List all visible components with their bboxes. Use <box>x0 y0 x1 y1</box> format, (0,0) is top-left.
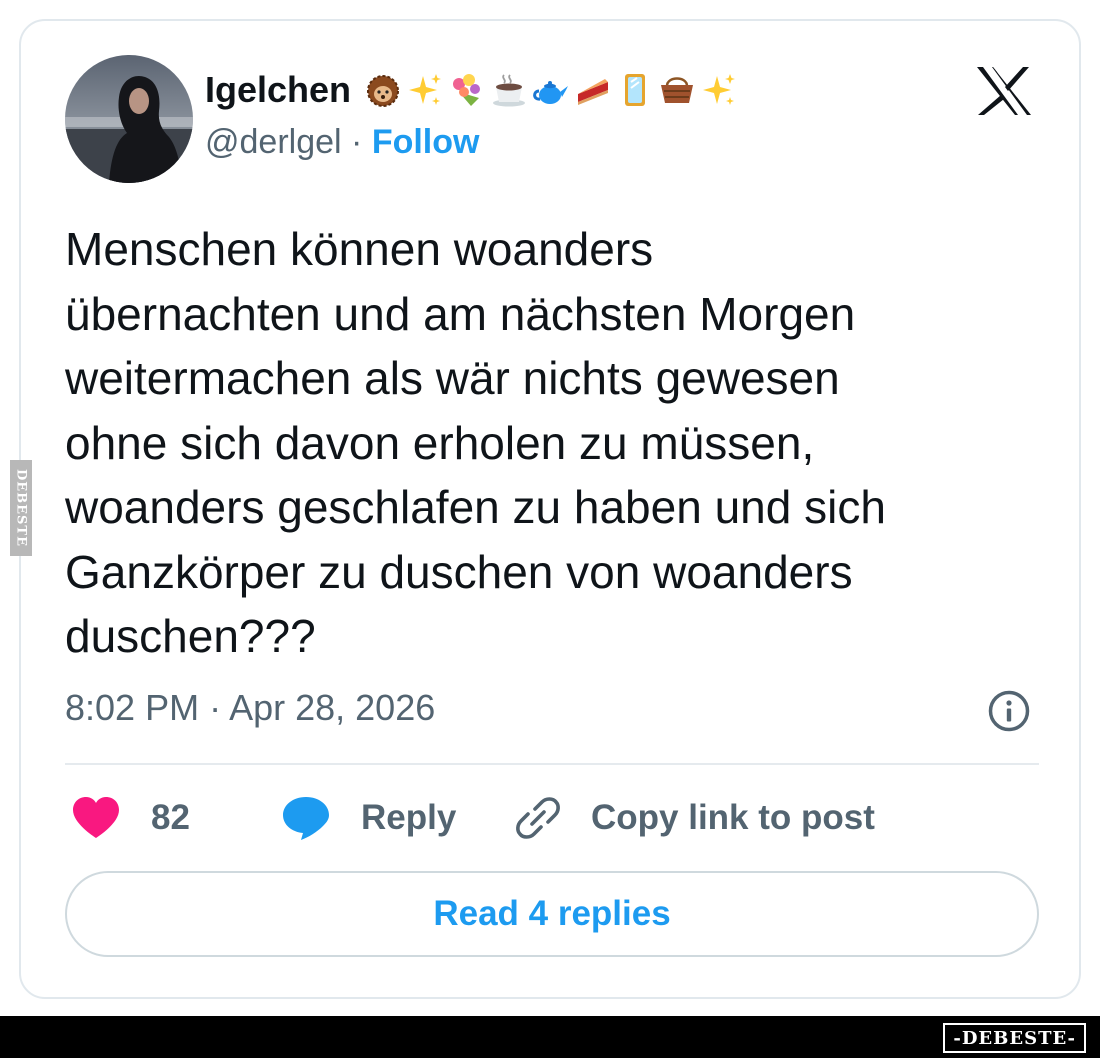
read-replies-button[interactable]: Read 4 replies <box>65 871 1039 957</box>
hot-beverage-emoji <box>493 74 526 107</box>
tweet-text-line: duschen??? <box>65 610 316 662</box>
side-watermark-text: DEBESTE <box>13 468 29 548</box>
action-bar: 82 Reply Copy link to post <box>65 791 1045 845</box>
tweet-text-line: woanders geschlafen zu haben und sich <box>65 481 886 533</box>
link-icon <box>516 797 560 839</box>
reply-label: Reply <box>361 798 457 837</box>
author-display-name[interactable]: Igelchen <box>205 69 351 111</box>
tweet-text-line: übernachten und am nächsten Morgen <box>65 287 856 340</box>
post-timestamp[interactable]: 8:02 PM · Apr 28, 2026 <box>65 687 435 729</box>
mirror-emoji <box>625 74 646 106</box>
reply-button[interactable]: Reply <box>281 791 456 845</box>
author-handle-row: @derlgel · Follow <box>205 123 479 162</box>
pie-emoji <box>578 79 609 105</box>
tweet-text-line: Ganzkörper zu duschen von woanders <box>65 545 853 598</box>
author-name-row[interactable]: Igelchen <box>205 67 737 113</box>
handle-separator: · <box>351 123 363 161</box>
avatar[interactable] <box>65 55 193 183</box>
teapot-emoji <box>533 81 569 104</box>
hedgehog-emoji <box>367 75 400 107</box>
x-logo-icon[interactable] <box>975 65 1033 117</box>
bottom-watermark-logo: -DEBESTE- <box>943 1023 1086 1053</box>
heart-icon <box>73 797 119 838</box>
copy-link-button[interactable]: Copy link to post <box>515 791 875 845</box>
follow-button[interactable]: Follow <box>372 123 480 161</box>
author-handle[interactable]: @derlgel <box>205 123 342 161</box>
tweet-text-line: Menschen können woanders <box>65 223 654 275</box>
divider <box>65 763 1039 765</box>
bouquet-emoji <box>453 74 481 106</box>
bottom-watermark-bar: -DEBESTE- <box>0 1016 1100 1058</box>
basket-emoji <box>661 77 694 103</box>
speech-bubble-icon <box>283 797 329 840</box>
like-count: 82 <box>151 798 190 837</box>
sparkles-emoji <box>703 74 736 105</box>
tweet-text-line: ohne sich davon erholen zu müssen, <box>65 416 815 469</box>
side-watermark: DEBESTE <box>10 460 32 556</box>
tweet-card: Igelchen @derlgel · Follow Menschen könn… <box>19 19 1081 999</box>
info-icon[interactable] <box>987 689 1031 733</box>
copy-link-label: Copy link to post <box>591 798 875 837</box>
like-button[interactable]: 82 <box>71 791 190 845</box>
sparkles-emoji <box>409 74 442 105</box>
tweet-text-line: weitermachen als wär nichts gewesen <box>65 352 840 404</box>
tweet-text: Menschen können woanders übernachten und… <box>65 217 1055 669</box>
